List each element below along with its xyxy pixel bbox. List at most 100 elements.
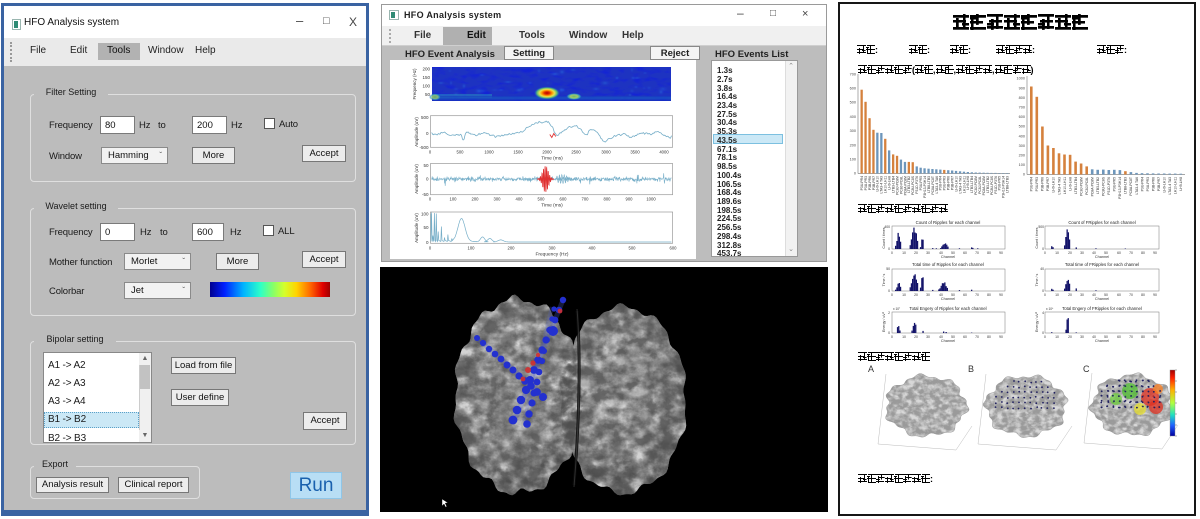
- svg-text:P3B-PR6: P3B-PR6: [1151, 177, 1155, 191]
- svg-text:30: 30: [1080, 251, 1084, 255]
- svg-text:P3U-PR5: P3U-PR5: [1113, 177, 1117, 191]
- svg-text:30: 30: [926, 251, 930, 255]
- svg-text:10: 10: [1055, 251, 1059, 255]
- svg-text:400: 400: [589, 245, 597, 250]
- svg-text:0: 0: [1042, 331, 1044, 335]
- svg-text:LH9-LH8: LH9-LH8: [1068, 177, 1072, 191]
- svg-text:90: 90: [999, 335, 1003, 339]
- svg-text:B: B: [968, 364, 974, 374]
- svg-text:30: 30: [926, 293, 930, 297]
- svg-text:LTB3-LTB4: LTB3-LTB4: [1074, 177, 1078, 194]
- svg-text:20: 20: [1068, 251, 1072, 255]
- svg-text:20: 20: [1068, 293, 1072, 297]
- svg-text:-500: -500: [419, 145, 429, 150]
- svg-text:Amplitude (uV): Amplitude (uV): [414, 164, 419, 194]
- svg-text:900: 900: [1019, 86, 1025, 90]
- svg-text:Channel: Channel: [941, 339, 955, 343]
- svg-text:P3U-PR3: P3U-PR3: [1035, 177, 1039, 191]
- svg-text:80: 80: [1141, 251, 1145, 255]
- svg-text:70: 70: [975, 293, 979, 297]
- svg-text:Frequency (Hz): Frequency (Hz): [535, 251, 568, 257]
- svg-text:PC8U-PC8S: PC8U-PC8S: [1102, 176, 1106, 196]
- svg-text:200: 200: [508, 245, 516, 250]
- svg-text:LH10-LH11: LH10-LH11: [1063, 177, 1067, 194]
- svg-text:LTB8-LTB3: LTB8-LTB3: [1124, 177, 1128, 194]
- svg-text:800: 800: [604, 197, 612, 202]
- svg-text:100: 100: [1019, 163, 1025, 167]
- svg-text:300: 300: [549, 245, 557, 250]
- svg-text:70: 70: [975, 251, 979, 255]
- svg-text:500: 500: [629, 245, 637, 250]
- svg-text:100: 100: [422, 84, 430, 89]
- svg-text:Total time of Ripples for each: Total time of Ripples for each channel: [912, 262, 984, 267]
- svg-text:Total time of FRipples for eac: Total time of FRipples for each channel: [1065, 262, 1139, 267]
- svg-text:100: 100: [450, 197, 458, 202]
- svg-text:200: 200: [472, 197, 480, 202]
- svg-text:1000: 1000: [1017, 77, 1025, 81]
- svg-text:50: 50: [425, 92, 431, 97]
- svg-text:0: 0: [1044, 293, 1046, 297]
- svg-text:0: 0: [426, 240, 429, 245]
- svg-text:400: 400: [1019, 134, 1025, 138]
- svg-text:PC8J-PC8M: PC8J-PC8M: [1079, 177, 1083, 196]
- svg-text:1000: 1000: [484, 149, 494, 154]
- svg-text:1000: 1000: [646, 197, 656, 202]
- svg-text:500: 500: [850, 101, 856, 105]
- svg-text:600: 600: [1019, 115, 1025, 119]
- svg-text:Amplitude (uV): Amplitude (uV): [414, 117, 419, 147]
- svg-text:LTA3-4 TA3: LTA3-4 TA3: [1057, 177, 1061, 195]
- svg-text:0: 0: [429, 149, 432, 154]
- svg-text:80: 80: [987, 335, 991, 339]
- svg-text:Channel: Channel: [941, 255, 955, 259]
- svg-text:500: 500: [1019, 125, 1025, 129]
- svg-text:0: 0: [888, 247, 890, 251]
- svg-text:20: 20: [914, 251, 918, 255]
- svg-text:LH9-LH10: LH9-LH10: [1163, 177, 1167, 193]
- svg-text:600: 600: [560, 197, 568, 202]
- svg-text:C: C: [1083, 364, 1090, 374]
- svg-text:0: 0: [429, 197, 432, 202]
- svg-text:Energy / uV²: Energy / uV²: [1035, 311, 1039, 332]
- svg-text:LTA3-4 TA3: LTA3-4 TA3: [1168, 177, 1172, 195]
- svg-text:0: 0: [429, 245, 432, 250]
- svg-text:500: 500: [1038, 225, 1044, 229]
- svg-text:600: 600: [850, 87, 856, 91]
- svg-text:LH9-LH10: LH9-LH10: [1052, 177, 1056, 193]
- svg-text:0: 0: [426, 131, 429, 136]
- svg-text:Frequency (Hz): Frequency (Hz): [412, 68, 417, 100]
- svg-text:Total Engery of Ripples for ea: Total Engery of Ripples for each channel: [909, 306, 986, 311]
- svg-text:100: 100: [468, 245, 476, 250]
- svg-text:A: A: [868, 364, 874, 374]
- svg-text:LTB8-LTB3: LTB8-LTB3: [1006, 176, 1010, 193]
- svg-text:0: 0: [1044, 251, 1046, 255]
- svg-text:80: 80: [987, 293, 991, 297]
- svg-text:70: 70: [1129, 335, 1133, 339]
- svg-text:20: 20: [914, 335, 918, 339]
- svg-text:50: 50: [423, 163, 429, 168]
- svg-text:90: 90: [1153, 293, 1157, 297]
- svg-text:10: 10: [1055, 335, 1059, 339]
- svg-text:60: 60: [1117, 251, 1121, 255]
- svg-text:30: 30: [1080, 335, 1084, 339]
- svg-text:Amplitude (uV): Amplitude (uV): [414, 213, 419, 243]
- svg-text:60: 60: [1117, 293, 1121, 297]
- svg-text:Energy / uV²: Energy / uV²: [882, 311, 886, 332]
- svg-text:Time (ms): Time (ms): [541, 155, 563, 161]
- svg-text:200: 200: [422, 67, 430, 72]
- svg-text:Count of FRipples for each cha: Count of FRipples for each channel: [1068, 220, 1135, 225]
- svg-text:600: 600: [670, 245, 678, 250]
- svg-text:70: 70: [1129, 293, 1133, 297]
- svg-text:LTB3-LTB2: LTB3-LTB2: [1096, 177, 1100, 194]
- svg-text:50: 50: [423, 225, 429, 230]
- svg-text:x 10⁷: x 10⁷: [893, 307, 901, 311]
- svg-text:Count of Ripples for each chan: Count of Ripples for each channel: [916, 220, 981, 225]
- svg-text:150: 150: [422, 75, 430, 80]
- svg-text:0: 0: [1044, 335, 1046, 339]
- svg-text:0: 0: [891, 251, 893, 255]
- svg-text:3000: 3000: [601, 149, 611, 154]
- svg-text:Time (ms): Time (ms): [541, 203, 563, 209]
- svg-text:30: 30: [926, 335, 930, 339]
- svg-text:PC8A-PC8M: PC8A-PC8M: [1091, 177, 1095, 197]
- svg-text:200: 200: [850, 143, 856, 147]
- svg-text:300: 300: [850, 129, 856, 133]
